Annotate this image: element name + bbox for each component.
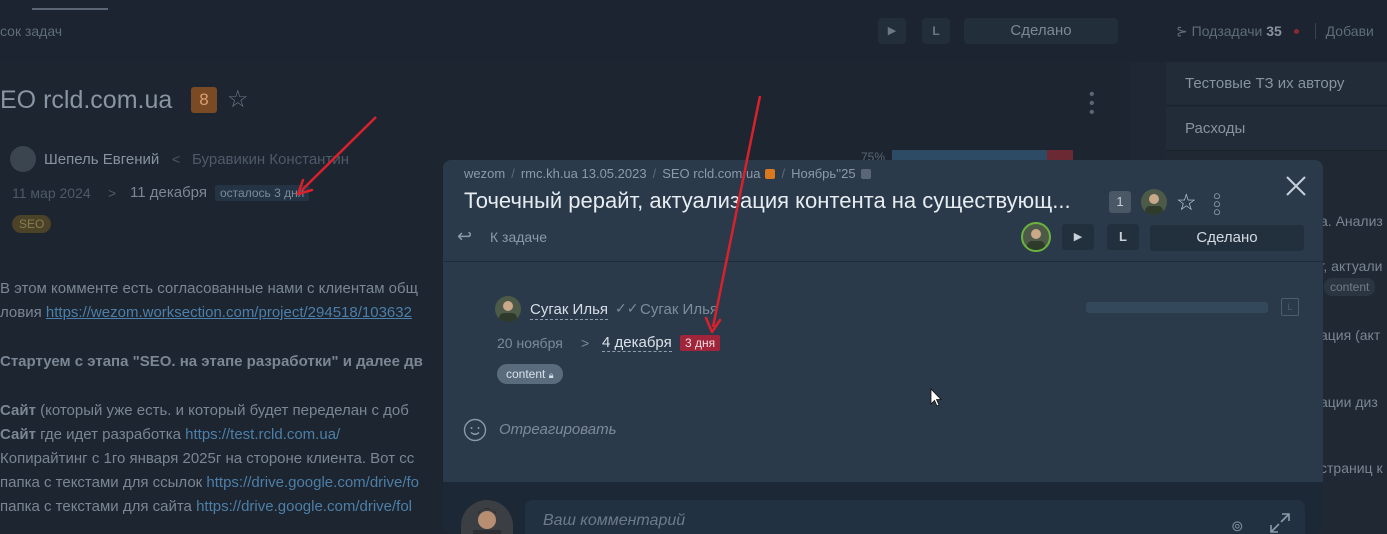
subtasks-icon: ⊱ <box>1176 23 1188 39</box>
date-arrow: > <box>581 335 590 351</box>
avatar-active[interactable] <box>1021 222 1051 252</box>
status-dot <box>1293 29 1299 34</box>
timer-icon[interactable]: L <box>922 18 950 44</box>
menu-item-expenses[interactable]: Расходы <box>1166 107 1387 151</box>
time-left-badge: 3 дня <box>680 335 721 351</box>
description-line: папка с текстами для ссылок https://driv… <box>0 474 420 491</box>
description-line: Сайт где идет разработка https://test.rc… <box>0 426 341 443</box>
subtasks-count: 35 <box>1266 23 1282 39</box>
done-button[interactable]: Сделано <box>1150 225 1304 251</box>
breadcrumb-item[interactable]: wezom <box>464 166 505 181</box>
menu-item-test-specs[interactable]: Тестовые ТЗ их автору <box>1166 62 1387 106</box>
timer-icon[interactable]: L <box>1107 224 1139 250</box>
color-marker <box>860 169 871 179</box>
subtask-snippet[interactable]: г, актуали <box>1320 258 1382 274</box>
end-date[interactable]: 11 декабря <box>130 184 207 201</box>
description-line: Стартуем с этапа "SEO. на этапе разработ… <box>0 353 423 370</box>
tag-seo[interactable]: SEO <box>12 215 52 233</box>
description-link[interactable]: https://drive.google.com/drive/fo <box>206 474 419 491</box>
breadcrumb-item[interactable]: SEO rcld.com.ua <box>662 166 760 181</box>
progress-bar <box>1086 302 1268 313</box>
double-check-icon: ✓✓ <box>615 300 639 316</box>
expand-icon[interactable] <box>1269 512 1291 534</box>
star-icon[interactable]: ☆ <box>1176 189 1197 216</box>
close-icon[interactable] <box>1282 172 1310 200</box>
star-icon[interactable]: ☆ <box>227 85 249 114</box>
play-icon[interactable]: ▶ <box>878 18 906 44</box>
subtasks-label: Подзадачи <box>1191 23 1263 39</box>
subtask-modal: wezom / rmc.kh.ua 13.05.2023/SEO rcld.com.… <box>443 160 1323 534</box>
task-title: EO rcld.com.ua <box>0 86 173 114</box>
color-marker <box>765 169 776 179</box>
divider <box>443 261 1323 262</box>
avatar <box>10 146 36 172</box>
subtask-snippet[interactable]: страниц к <box>1320 460 1383 476</box>
comment-input[interactable]: Ваш комментарий <box>525 500 1305 534</box>
description-link[interactable]: https://test.rcld.com.ua/ <box>185 426 340 443</box>
top-bar: сок задач ▶ L Сделано ⊱ Подзадачи 35 Доб… <box>0 0 1387 62</box>
avatar <box>1141 189 1167 215</box>
attach-icon[interactable]: ⊚ <box>1231 517 1244 534</box>
back-arrow-icon[interactable]: ↩ <box>457 226 472 247</box>
tag-content[interactable]: content 🔒︎ <box>497 364 563 384</box>
tag-content: content <box>1324 278 1376 296</box>
date-arrow: > <box>108 185 117 201</box>
description-line: Копирайтинг с 1го января 2025г на сторон… <box>0 450 415 467</box>
description-link[interactable]: https://drive.google.com/drive/fol <box>196 498 412 515</box>
end-date[interactable]: 4 декабря <box>602 334 672 352</box>
subtask-count-badge: 1 <box>1109 191 1131 213</box>
task-author[interactable]: Шепель Евгений <box>44 151 159 168</box>
description-line: ловия https://wezom.worksection.com/proj… <box>0 304 412 321</box>
breadcrumb-item[interactable]: Ноябрь''25 <box>791 166 856 181</box>
start-date: 20 ноября <box>497 335 563 351</box>
author-separator: < <box>172 151 181 167</box>
description-line: В этом комменте есть согласованные нами … <box>0 280 418 297</box>
subtasks-link[interactable]: ⊱ Подзадачи 35 Добави <box>1176 23 1374 40</box>
subtask-assignee[interactable]: Сугак Илья <box>640 301 718 318</box>
avatar-icon <box>499 301 517 322</box>
subtask-snippet[interactable]: ация (акт <box>1320 327 1380 343</box>
start-date: 11 мар 2024 <box>12 185 91 201</box>
add-link[interactable]: Добави <box>1326 23 1374 39</box>
react-button[interactable]: Отреагировать <box>499 421 617 438</box>
description-link[interactable]: https://wezom.worksection.com/project/29… <box>46 304 412 321</box>
task-assignee[interactable]: Буравикин Константин <box>192 151 349 168</box>
play-icon[interactable]: ▶ <box>1062 224 1094 250</box>
time-left-badge: осталось 3 дня <box>215 185 310 201</box>
modal-title: Точечный рерайт, актуализация контента н… <box>464 188 1071 213</box>
smile-icon[interactable] <box>463 418 487 442</box>
lock-icon: 🔒︎ <box>548 370 554 380</box>
active-tab-indicator <box>32 8 108 10</box>
avatar-icon <box>1027 229 1045 250</box>
breadcrumb: wezom / rmc.kh.ua 13.05.2023/SEO rcld.com.… <box>464 166 871 181</box>
breadcrumb-item[interactable]: rmc.kh.ua 13.05.2023 <box>521 166 647 181</box>
task-count-badge: 8 <box>191 87 217 113</box>
subtask-snippet[interactable]: а. Анализ <box>1320 213 1383 229</box>
subtask-author[interactable]: Сугак Илья <box>530 301 609 320</box>
divider <box>1314 23 1316 39</box>
more-icon[interactable]: ○ ○ ○ <box>1213 189 1221 218</box>
done-button[interactable]: Сделано <box>964 18 1118 44</box>
avatar-icon <box>1145 194 1163 215</box>
description-line: Сайт (который уже есть. и который будет … <box>0 402 409 419</box>
subtask-snippet[interactable]: ации диз <box>1320 394 1378 410</box>
back-to-task-link[interactable]: К задаче <box>490 229 547 245</box>
avatar <box>495 296 521 322</box>
more-icon[interactable]: • • • <box>1089 87 1099 121</box>
task-list-breadcrumb[interactable]: сок задач <box>0 23 62 39</box>
description-line: папка с текстами для сайта https://drive… <box>0 498 413 515</box>
clock-icon[interactable]: L <box>1281 298 1299 316</box>
